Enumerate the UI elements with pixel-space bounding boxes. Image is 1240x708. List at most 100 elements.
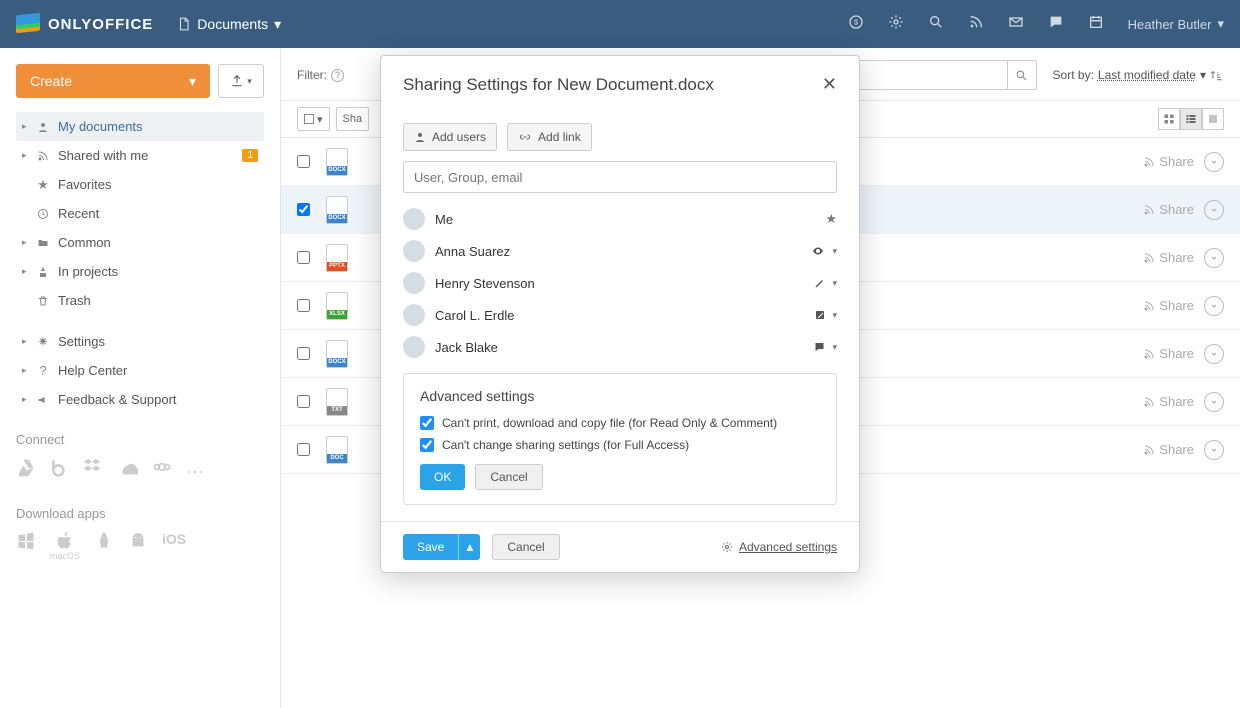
windows-icon[interactable] [16, 531, 36, 561]
permission-selector[interactable]: ▾ [810, 245, 837, 257]
help-icon: ? [34, 363, 52, 378]
restrict-sharing-checkbox[interactable]: Can't change sharing settings (for Full … [420, 438, 820, 452]
add-users-button[interactable]: Add users [403, 123, 497, 151]
star-icon: ★ [825, 211, 837, 227]
row-checkbox[interactable] [297, 299, 310, 312]
row-checkbox[interactable] [297, 347, 310, 360]
advanced-settings-link[interactable]: Advanced settings [721, 540, 837, 554]
feed-icon[interactable] [968, 14, 984, 35]
sidebar-item-shared[interactable]: ▸Shared with me1 [16, 141, 264, 170]
sort-control[interactable]: Sort by: Last modified date ▾ [1053, 68, 1224, 82]
close-button[interactable]: ✕ [822, 74, 837, 95]
upload-icon [230, 74, 244, 88]
row-menu-button[interactable] [1204, 392, 1224, 412]
permission-selector[interactable]: ▾ [813, 341, 837, 353]
sidebar-item-my-documents[interactable]: ▸My documents [16, 112, 264, 141]
share-link[interactable]: Share [1143, 394, 1194, 409]
row-checkbox[interactable] [297, 155, 310, 168]
sidebar-item-feedback[interactable]: ▸Feedback & Support [16, 385, 264, 414]
ok-button[interactable]: OK [420, 464, 465, 490]
row-menu-button[interactable] [1204, 344, 1224, 364]
sidebar-item-trash[interactable]: Trash [16, 286, 264, 315]
row-checkbox[interactable] [297, 443, 310, 456]
module-label: Documents [197, 16, 268, 32]
select-all-button[interactable]: ▾ [297, 107, 330, 131]
share-link[interactable]: Share [1143, 298, 1194, 313]
checkbox-label: Can't change sharing settings (for Full … [442, 438, 689, 452]
row-checkbox[interactable] [297, 203, 310, 216]
add-link-button[interactable]: Add link [507, 123, 592, 151]
sidebar-item-common[interactable]: ▸Common [16, 228, 264, 257]
advanced-title: Advanced settings [420, 388, 820, 404]
app-logo[interactable]: ONLYOFFICE [16, 12, 153, 36]
sort-label: Sort by: [1053, 68, 1094, 82]
share-link[interactable]: Share [1143, 202, 1194, 217]
sidebar-item-help[interactable]: ▸?Help Center [16, 356, 264, 385]
share-icon [1143, 204, 1155, 216]
sharing-modal: Sharing Settings for New Document.docx ✕… [380, 55, 860, 573]
row-checkbox[interactable] [297, 251, 310, 264]
macos-icon[interactable]: macOS [50, 531, 80, 561]
sidebar-item-settings[interactable]: ▸✷Settings [16, 327, 264, 356]
linux-icon[interactable] [94, 531, 114, 561]
help-icon[interactable]: ? [331, 69, 344, 82]
permission-selector[interactable]: ▾ [814, 277, 837, 289]
row-menu-button[interactable] [1204, 200, 1224, 220]
share-link[interactable]: Share [1143, 346, 1194, 361]
view-compact-button[interactable] [1202, 108, 1224, 130]
gear-icon[interactable] [888, 14, 904, 35]
dropbox-icon[interactable] [84, 457, 104, 482]
calendar-icon[interactable] [1088, 14, 1104, 35]
chat-icon[interactable] [1048, 14, 1064, 35]
row-menu-button[interactable] [1204, 296, 1224, 316]
sort-direction-icon[interactable] [1210, 68, 1224, 82]
share-link[interactable]: Share [1143, 154, 1194, 169]
row-menu-button[interactable] [1204, 152, 1224, 172]
row-checkbox[interactable] [297, 395, 310, 408]
user-icon [414, 131, 426, 143]
ios-icon[interactable]: iOS [162, 531, 186, 561]
badge: 1 [242, 149, 258, 162]
view-list-button[interactable] [1180, 108, 1202, 130]
nextcloud-icon[interactable] [152, 457, 172, 482]
checkbox-input[interactable] [420, 438, 434, 452]
upload-button[interactable]: ▾ [218, 64, 264, 98]
box-icon[interactable] [50, 457, 70, 482]
module-dropdown[interactable]: Documents ▾ [177, 16, 281, 33]
search-icon[interactable] [928, 14, 944, 35]
share-link[interactable]: Share [1143, 442, 1194, 457]
review-icon [814, 309, 826, 321]
mail-icon[interactable] [1008, 14, 1024, 35]
link-icon [518, 131, 532, 143]
sidebar-item-recent[interactable]: Recent [16, 199, 264, 228]
android-icon[interactable] [128, 531, 148, 561]
permission-selector[interactable]: ▾ [814, 309, 837, 321]
row-menu-button[interactable] [1204, 440, 1224, 460]
save-button[interactable]: Save [403, 534, 458, 560]
onedrive-icon[interactable] [118, 457, 138, 482]
cancel-button[interactable]: Cancel [475, 464, 542, 490]
googledrive-icon[interactable] [16, 457, 36, 482]
currency-icon[interactable]: $ [848, 14, 864, 35]
row-menu-button[interactable] [1204, 248, 1224, 268]
sidebar-item-projects[interactable]: ▸In projects [16, 257, 264, 286]
caret-down-icon: ▾ [274, 16, 281, 33]
search-button[interactable] [1007, 60, 1037, 90]
save-dropdown-button[interactable]: ▴ [458, 534, 480, 560]
view-grid-button[interactable] [1158, 108, 1180, 130]
share-label: Share [1159, 202, 1194, 217]
user-menu[interactable]: Heather Butler ▾ [1128, 16, 1224, 32]
search-input[interactable] [847, 60, 1007, 90]
share-link[interactable]: Share [1143, 250, 1194, 265]
create-button[interactable]: Create ▾ [16, 64, 210, 98]
checkbox-input[interactable] [420, 416, 434, 430]
share-search-input[interactable] [403, 161, 837, 193]
file-icon: DOCX [326, 148, 348, 176]
person-name: Carol L. Erdle [435, 308, 514, 323]
share-button[interactable]: Sha [336, 107, 370, 131]
sidebar-item-favorites[interactable]: ★Favorites [16, 170, 264, 199]
restrict-download-checkbox[interactable]: Can't print, download and copy file (for… [420, 416, 820, 430]
cancel-button[interactable]: Cancel [492, 534, 559, 560]
more-icon[interactable]: … [186, 457, 204, 482]
sidebar-item-label: My documents [58, 119, 143, 134]
